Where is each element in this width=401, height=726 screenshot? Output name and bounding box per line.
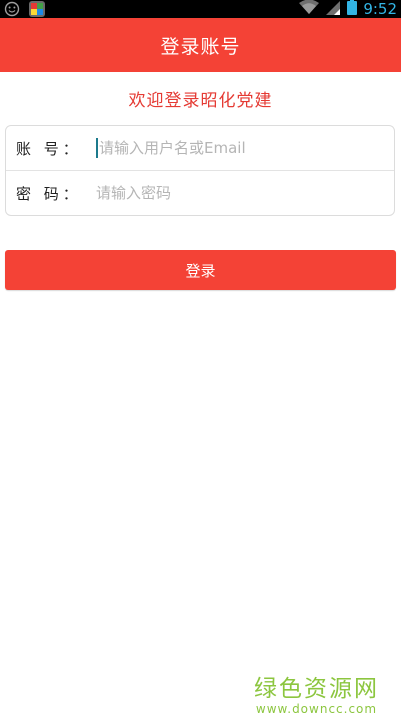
- wifi-icon: [299, 0, 320, 19]
- page-title: 登录账号: [160, 35, 241, 58]
- watermark: 绿色资源网 www.downcc.com: [254, 676, 379, 716]
- welcome-text: 欢迎登录昭化党建: [128, 91, 273, 111]
- password-label: 密 码：: [16, 184, 82, 203]
- app-header: 登录账号: [0, 18, 401, 72]
- signal-icon: [325, 0, 341, 19]
- watermark-url: www.downcc.com: [255, 702, 378, 716]
- text-caret: [96, 138, 98, 158]
- login-button[interactable]: 登录: [5, 250, 396, 290]
- account-input[interactable]: [99, 133, 389, 163]
- password-row: 密 码：: [6, 171, 394, 215]
- account-label: 账 号：: [16, 139, 82, 158]
- status-bar-right: 9:52: [299, 0, 397, 18]
- watermark-text: 绿色资源网: [254, 676, 379, 702]
- account-row: 账 号：: [6, 126, 394, 171]
- login-form: 账 号： 密 码：: [5, 125, 395, 216]
- password-input[interactable]: [96, 178, 386, 208]
- status-time: 9:52: [363, 0, 397, 18]
- battery-icon: [347, 0, 358, 19]
- status-bar: 9:52: [0, 0, 401, 18]
